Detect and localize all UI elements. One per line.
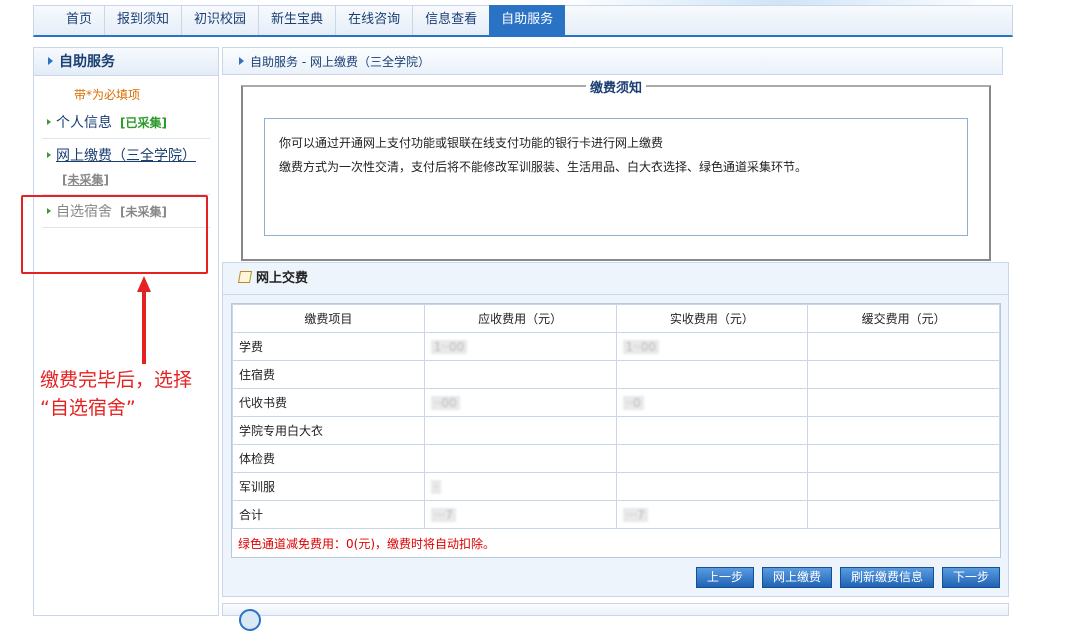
table-row: 军训服 · xyxy=(232,472,1000,501)
refresh-payment-button[interactable]: 刷新缴费信息 xyxy=(839,567,934,588)
arrow-up-icon xyxy=(137,276,151,364)
sidebar-item-label: 网上缴费（三全学院） xyxy=(56,148,196,164)
tab-online-consult[interactable]: 在线咨询 xyxy=(335,5,412,35)
sidebar-item-label: 个人信息 xyxy=(56,115,112,131)
fee-deferred xyxy=(807,360,1000,389)
fee-due xyxy=(423,360,617,389)
main-panel: 自助服务 - 网上缴费（三全学院） 缴费须知 你可以通过开通网上支付功能或银联在… xyxy=(222,47,1009,631)
fee-item: 体检费 xyxy=(232,444,425,473)
sidebar-title: 自助服务 xyxy=(59,54,115,70)
fee-deferred xyxy=(807,416,1000,445)
section-icon xyxy=(239,609,261,631)
table-row: 体检费 xyxy=(232,444,1000,473)
online-payment-panel: 网上交费 缴费项目 应收费用（元） 实收费用（元） 缓交费用（元） 学费 1··… xyxy=(222,262,1009,597)
payment-notice: 缴费须知 你可以通过开通网上支付功能或银联在线支付功能的银行卡进行网上缴费 缴费… xyxy=(241,77,991,261)
notice-content: 你可以通过开通网上支付功能或银联在线支付功能的银行卡进行网上缴费 缴费方式为一次… xyxy=(264,118,968,236)
column-header: 应收费用（元） xyxy=(423,304,617,333)
fee-deferred xyxy=(807,500,1000,529)
fee-deferred xyxy=(807,332,1000,361)
highlight-box xyxy=(21,195,208,274)
table-row: 学费 1··00 1··00 xyxy=(232,332,1000,361)
table-header-row: 缴费项目 应收费用（元） 实收费用（元） 缓交费用（元） xyxy=(232,304,1000,333)
table-row: 住宿费 xyxy=(232,360,1000,389)
triangle-icon xyxy=(239,57,244,65)
fee-item: 军训服 xyxy=(232,472,425,501)
fee-deferred xyxy=(807,444,1000,473)
fee-item: 代收书费 xyxy=(232,388,425,417)
breadcrumb-text: 自助服务 - 网上缴费（三全学院） xyxy=(250,55,430,69)
column-header: 实收费用（元） xyxy=(615,304,809,333)
required-note: 带*为必填项 xyxy=(74,88,141,102)
fee-item: 学费 xyxy=(232,332,425,361)
next-section-header xyxy=(222,603,1009,631)
fee-deferred xyxy=(807,388,1000,417)
fee-due: ···7 xyxy=(423,500,617,529)
table-row: 代收书费 ··00 ··0 xyxy=(232,388,1000,417)
redacted-value: ··0 xyxy=(622,395,644,410)
notice-line: 你可以通过开通网上支付功能或银联在线支付功能的银行卡进行网上缴费 xyxy=(279,136,664,150)
action-buttons: 上一步 网上缴费 刷新缴费信息 下一步 xyxy=(695,567,1000,588)
column-header: 缴费项目 xyxy=(232,304,425,333)
fee-paid: ··0 xyxy=(615,388,809,417)
fee-item: 住宿费 xyxy=(232,360,425,389)
redacted-value: 1··00 xyxy=(622,339,660,354)
next-step-button[interactable]: 下一步 xyxy=(941,567,1000,588)
column-header: 缓交费用（元） xyxy=(807,304,1000,333)
fee-due xyxy=(423,444,617,473)
tab-freshman-guide[interactable]: 新生宝典 xyxy=(258,5,335,35)
redacted-value: ···7 xyxy=(430,507,456,522)
sidebar-item-personal-info[interactable]: 个人信息 [已采集] xyxy=(42,106,210,139)
fee-paid xyxy=(615,444,809,473)
payment-panel-header: 网上交费 xyxy=(223,263,1008,295)
redacted-value: 1··00 xyxy=(430,339,468,354)
green-channel-note: 绿色通道减免费用：0(元)，缴费时将自动扣除。 xyxy=(238,537,495,551)
tab-campus-intro[interactable]: 初识校园 xyxy=(181,5,258,35)
tab-home[interactable]: 首页 xyxy=(54,5,104,35)
fee-table: 缴费项目 应收费用（元） 实收费用（元） 缓交费用（元） 学费 1··00 1·… xyxy=(231,303,1001,558)
fee-item: 合计 xyxy=(232,500,425,529)
fee-due: ··00 xyxy=(423,388,617,417)
fee-paid xyxy=(615,416,809,445)
bullet-icon xyxy=(47,152,51,158)
sidebar-item-online-payment[interactable]: 网上缴费（三全学院） [未采集] xyxy=(42,139,210,195)
notice-title: 缴费须知 xyxy=(585,77,647,96)
fee-item: 学院专用白大衣 xyxy=(232,416,425,445)
table-row-total: 合计 ···7 ···7 xyxy=(232,500,1000,529)
top-nav: 首页 报到须知 初识校园 新生宝典 在线咨询 信息查看 自助服务 xyxy=(33,5,1013,37)
table-row: 学院专用白大衣 xyxy=(232,416,1000,445)
annotation-text: 缴费完毕后，选择 “自选宿舍” xyxy=(40,369,193,419)
fee-due xyxy=(423,416,617,445)
sidebar-header: 自助服务 xyxy=(34,48,218,76)
fee-paid: ···7 xyxy=(615,500,809,529)
triangle-icon xyxy=(48,57,53,65)
notice-line: 缴费方式为一次性交清，支付后将不能修改军训服装、生活用品、白大衣选择、绿色通道采… xyxy=(279,160,808,174)
redacted-value: ···7 xyxy=(622,507,648,522)
tab-registration-notice[interactable]: 报到须知 xyxy=(104,5,181,35)
status-badge: [已采集] xyxy=(120,116,167,130)
fee-due: · xyxy=(423,472,617,501)
breadcrumb: 自助服务 - 网上缴费（三全学院） xyxy=(222,47,1003,75)
fee-due: 1··00 xyxy=(423,332,617,361)
tab-info-view[interactable]: 信息查看 xyxy=(412,5,489,35)
bullet-icon xyxy=(47,119,51,125)
fee-paid xyxy=(615,360,809,389)
fee-paid: 1··00 xyxy=(615,332,809,361)
fee-paid xyxy=(615,472,809,501)
fee-deferred xyxy=(807,472,1000,501)
edit-icon xyxy=(237,271,253,283)
sidebar: 自助服务 带*为必填项 个人信息 [已采集] 网上缴费（三全学院） [未采集] 自… xyxy=(33,47,219,616)
prev-step-button[interactable]: 上一步 xyxy=(695,567,754,588)
redacted-value: ··00 xyxy=(430,395,460,410)
status-badge: [未采集] xyxy=(62,173,109,187)
tab-self-service[interactable]: 自助服务 xyxy=(489,5,566,35)
pay-online-button[interactable]: 网上缴费 xyxy=(761,567,832,588)
redacted-value: · xyxy=(430,479,441,494)
payment-panel-title: 网上交费 xyxy=(256,271,309,286)
